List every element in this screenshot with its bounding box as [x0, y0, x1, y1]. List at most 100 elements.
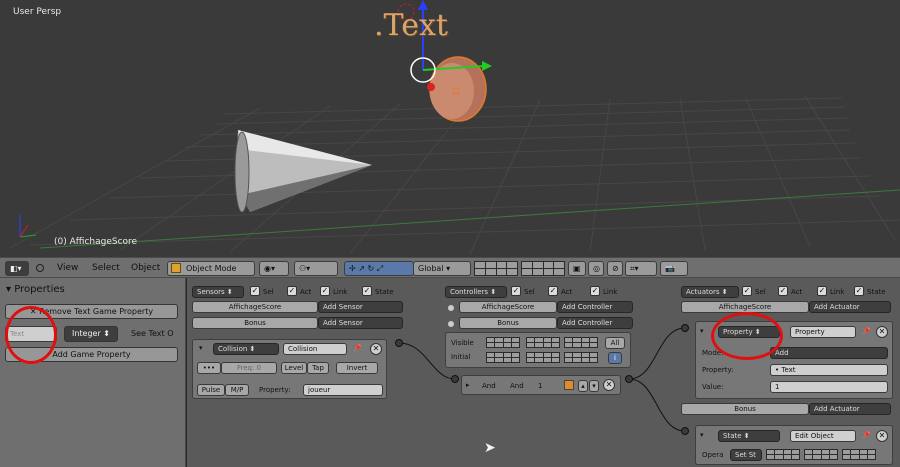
controllers-act-checkbox[interactable]: ✓	[548, 286, 558, 296]
layers-grid-left[interactable]	[474, 261, 518, 276]
operation-dropdown[interactable]: Set St	[730, 449, 762, 461]
actuator-value-field[interactable]: 1	[770, 381, 888, 393]
snap-icon[interactable]: ⊘	[607, 261, 623, 276]
controller-state-dot[interactable]	[448, 305, 454, 311]
controller-object-row[interactable]: AffichageScore	[459, 301, 557, 313]
property-type-label: Integer	[71, 329, 101, 338]
actuators-dropdown[interactable]: Actuators ⬍	[681, 286, 739, 298]
mode-dropdown[interactable]: Object Mode	[167, 261, 255, 276]
logic-editor: Sensors ⬍ ✓ Sel ✓ Act ✓ Link ✓ State Afficha…	[187, 278, 900, 467]
remove-controller-icon[interactable]: ✕	[603, 379, 615, 391]
shading-dropdown[interactable]: ◉▾	[259, 261, 289, 276]
priority-icon[interactable]	[564, 380, 574, 390]
initial-states-grid-1[interactable]	[486, 352, 520, 363]
3d-viewport[interactable]: User Persp .Text (0) AffichageScore	[0, 0, 900, 257]
actuator-mode-dropdown[interactable]: Add	[770, 347, 888, 359]
actuator-object-row-bonus[interactable]: Bonus	[681, 403, 809, 415]
layers-grid-right[interactable]	[521, 261, 565, 276]
visible-states-grid-1[interactable]	[486, 337, 520, 348]
add-controller-dropdown[interactable]: Add Controller	[557, 301, 633, 313]
info-icon[interactable]: i	[608, 352, 622, 364]
pin-icon[interactable]: 📌	[353, 344, 362, 352]
actuator2-pin-icon[interactable]: 📌	[862, 431, 871, 439]
menu-select[interactable]: Select	[92, 263, 120, 273]
orientation-label: Global	[418, 264, 444, 273]
all-states-button[interactable]: All	[605, 337, 625, 349]
level-toggle[interactable]: Level	[281, 362, 307, 374]
sensor-name-field[interactable]: Collision	[283, 343, 347, 355]
orientation-dropdown[interactable]: Global ▾	[413, 261, 471, 276]
remove-actuator-icon[interactable]: ✕	[876, 326, 888, 338]
collapse-icon[interactable]: ▾	[199, 344, 203, 352]
invert-toggle[interactable]: Invert	[336, 362, 378, 374]
actuator2-name-field[interactable]: Edit Object	[790, 430, 856, 442]
move-up-icon[interactable]: ▴	[578, 380, 588, 392]
menu-toggle-icon[interactable]	[36, 264, 44, 272]
move-down-icon[interactable]: ▾	[589, 380, 599, 392]
actuator-collapse-icon[interactable]: ▾	[700, 327, 704, 335]
snap-target-dropdown[interactable]: ⌗▾	[625, 261, 657, 276]
sensors-dropdown[interactable]: Sensors ⬍	[192, 286, 244, 298]
actuators-sel-checkbox[interactable]: ✓	[742, 286, 752, 296]
add-controller-dropdown-bonus[interactable]: Add Controller	[557, 317, 633, 329]
actuator2-collapse-icon[interactable]: ▾	[700, 431, 704, 439]
pulse-toggle[interactable]: •••	[197, 362, 221, 374]
pivot-dropdown[interactable]: ⚇▾	[294, 261, 338, 276]
controllers-sel-checkbox[interactable]: ✓	[511, 286, 521, 296]
tap-toggle[interactable]: Tap	[307, 362, 329, 374]
controller-collapse-icon[interactable]: ▸	[466, 381, 470, 389]
actuator-property-field[interactable]: • Text	[770, 364, 888, 376]
pulse-button[interactable]: Pulse	[197, 384, 225, 396]
text-object[interactable]: .Text	[374, 8, 448, 43]
controller-input-socket[interactable]	[451, 375, 459, 383]
controllers-act-label: Act	[561, 288, 573, 296]
sensors-link-checkbox[interactable]: ✓	[320, 286, 330, 296]
mp-button[interactable]: M/P	[225, 384, 249, 396]
sensor-object-row[interactable]: AffichageScore	[192, 301, 318, 313]
layer-lock-icon[interactable]: ▣	[568, 261, 586, 276]
property-type-dropdown[interactable]: Integer ⬍	[64, 326, 118, 342]
actuator-property-label: Property:	[702, 366, 734, 374]
render-icons[interactable]: 📷	[660, 261, 688, 276]
menu-object[interactable]: Object	[131, 263, 160, 273]
sensor-type-dropdown[interactable]: Collision ⬍	[213, 343, 279, 355]
sensor-object-row-bonus[interactable]: Bonus	[192, 317, 318, 329]
state-grid-1[interactable]	[766, 449, 800, 460]
state-grid-2[interactable]	[804, 449, 838, 460]
sensors-state-checkbox[interactable]: ✓	[362, 286, 372, 296]
visible-states-grid-3[interactable]	[564, 337, 598, 348]
add-actuator-dropdown-bonus[interactable]: Add Actuator	[809, 403, 891, 415]
actuator-input-socket-2[interactable]	[681, 427, 689, 435]
actuators-state-checkbox[interactable]: ✓	[854, 286, 864, 296]
add-actuator-dropdown[interactable]: Add Actuator	[809, 301, 891, 313]
controller-state-dot-bonus[interactable]	[448, 321, 454, 327]
sensor-property-field[interactable]: joueur	[303, 384, 383, 396]
editor-type-icon[interactable]: ◧▾	[5, 261, 29, 276]
actuators-link-checkbox[interactable]: ✓	[817, 286, 827, 296]
add-sensor-dropdown-bonus[interactable]: Add Sensor	[318, 317, 403, 329]
menu-view[interactable]: View	[57, 263, 78, 273]
state-grid-3[interactable]	[842, 449, 876, 460]
actuator-name-field[interactable]: Property	[790, 326, 856, 338]
controller-object-row-bonus[interactable]: Bonus	[459, 317, 557, 329]
proportional-edit-icon[interactable]: ◎	[588, 261, 604, 276]
properties-title[interactable]: ▾ Properties	[6, 284, 65, 295]
sensor-output-socket[interactable]	[395, 339, 403, 347]
manipulator-buttons[interactable]: ✢ ↗ ↻ ⤢	[344, 261, 414, 276]
controllers-link-checkbox[interactable]: ✓	[590, 286, 600, 296]
actuators-act-checkbox[interactable]: ✓	[778, 286, 788, 296]
add-sensor-dropdown[interactable]: Add Sensor	[318, 301, 403, 313]
actuator2-type-dropdown[interactable]: State ⬍	[718, 430, 780, 442]
actuator-input-socket[interactable]	[681, 324, 689, 332]
actuator-pin-icon[interactable]: 📌	[862, 327, 871, 335]
controller-output-socket[interactable]	[625, 375, 633, 383]
sensors-act-checkbox[interactable]: ✓	[287, 286, 297, 296]
remove-sensor-icon[interactable]: ✕	[370, 343, 382, 355]
remove-actuator2-icon[interactable]: ✕	[876, 430, 888, 442]
controllers-dropdown[interactable]: Controllers ⬍	[445, 286, 507, 298]
initial-states-grid-2[interactable]	[526, 352, 560, 363]
freq-field[interactable]: Freq: 0	[221, 362, 277, 374]
sensors-sel-checkbox[interactable]: ✓	[250, 286, 260, 296]
visible-states-grid-2[interactable]	[526, 337, 560, 348]
initial-states-grid-3[interactable]	[564, 352, 598, 363]
